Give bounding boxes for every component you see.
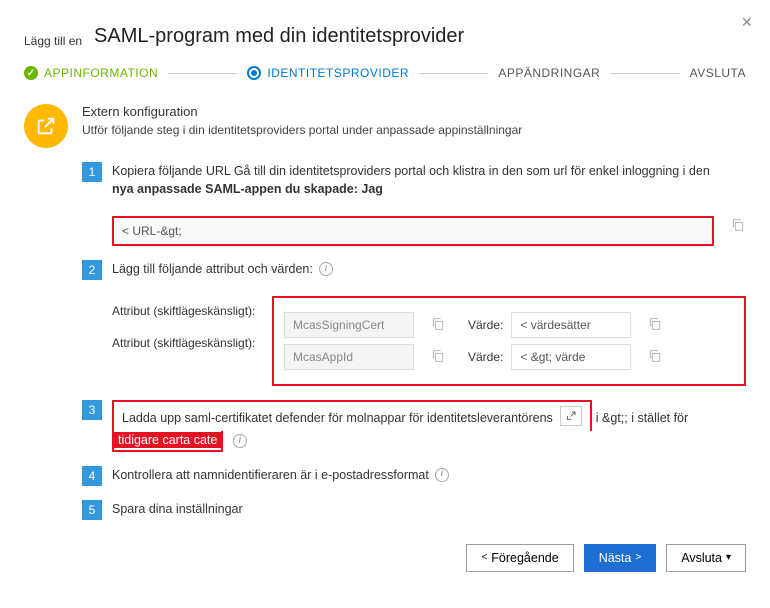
active-dot-icon xyxy=(247,66,261,80)
sso-url-value: < URL-&gt; xyxy=(122,224,182,238)
saml-wizard-dialog: × Lägg till en SAML-program med din iden… xyxy=(0,0,770,590)
step-appandringar[interactable]: APPÄNDRINGAR xyxy=(498,66,600,80)
step-label: IDENTITETSPROVIDER xyxy=(267,66,409,80)
info-icon[interactable]: i xyxy=(435,468,449,482)
step2-line: Lägg till följande attribut och värden: xyxy=(112,260,313,278)
prev-label: Föregående xyxy=(491,551,558,565)
copy-icon[interactable] xyxy=(730,217,746,236)
step-identitetsprovider[interactable]: IDENTITETSPROVIDER xyxy=(247,66,409,80)
step-number-2: 2 xyxy=(82,260,102,280)
step-number-4: 4 xyxy=(82,466,102,486)
step2-text: Lägg till följande attribut och värden: … xyxy=(112,260,333,278)
chevron-left-icon: < xyxy=(481,552,487,563)
step-divider xyxy=(168,73,237,74)
chevron-right-icon: > xyxy=(635,552,641,563)
step1-line1: Kopiera följande URL Gå till din identit… xyxy=(112,164,710,178)
step1-line2: nya anpassade SAML-appen du skapade: Jag xyxy=(112,182,383,196)
step-divider xyxy=(419,73,488,74)
extern-title: Extern konfiguration xyxy=(82,104,522,119)
step-appinformation[interactable]: APPINFORMATION xyxy=(24,66,158,80)
step-divider xyxy=(610,73,679,74)
attribute-label: Attribut (skiftlägeskänsligt): xyxy=(112,304,262,318)
value-label: Värde: xyxy=(468,350,503,364)
next-button[interactable]: Nästa > xyxy=(584,544,657,572)
step3-part-a: Ladda upp saml-certifikatet defender för… xyxy=(122,411,553,425)
step-label: AVSLUTA xyxy=(690,66,746,80)
sso-url-field[interactable]: < URL-&gt; xyxy=(112,216,714,246)
wizard-footer: < Föregående Nästa > Avsluta ▾ xyxy=(24,544,746,572)
attr2-value-input[interactable] xyxy=(511,344,631,370)
attr2-name-input[interactable] xyxy=(284,344,414,370)
value-label: Värde: xyxy=(468,318,503,332)
copy-icon[interactable] xyxy=(647,348,663,367)
close-icon[interactable]: × xyxy=(741,12,752,33)
check-icon xyxy=(24,66,38,80)
finish-label: Avsluta xyxy=(681,551,722,565)
step1-text: Kopiera följande URL Gå till din identit… xyxy=(112,162,710,198)
title-prefix: Lägg till en xyxy=(24,34,82,48)
step3-part-b: i &gt;; i stället för xyxy=(596,411,688,425)
step-avsluta[interactable]: AVSLUTA xyxy=(690,66,746,80)
info-icon[interactable]: i xyxy=(319,262,333,276)
copy-icon[interactable] xyxy=(647,316,663,335)
info-icon[interactable]: i xyxy=(233,434,247,448)
next-label: Nästa xyxy=(599,551,632,565)
step4-text: Kontrollera att namnidentifieraren är i … xyxy=(112,466,449,484)
copy-icon[interactable] xyxy=(430,348,446,367)
step5-text: Spara dina inställningar xyxy=(112,500,243,518)
page-title: SAML-program med din identitetsprovider xyxy=(94,24,464,48)
prev-button[interactable]: < Föregående xyxy=(466,544,573,572)
step-number-5: 5 xyxy=(82,500,102,520)
step-number-1: 1 xyxy=(82,162,102,182)
wizard-stepper: APPINFORMATION IDENTITETSPROVIDER APPÄND… xyxy=(24,66,746,80)
attr1-value-input[interactable] xyxy=(511,312,631,338)
attr1-name-input[interactable] xyxy=(284,312,414,338)
step-label: APPÄNDRINGAR xyxy=(498,66,600,80)
external-link-icon xyxy=(24,104,68,148)
chevron-down-icon: ▾ xyxy=(726,552,731,563)
step-number-3: 3 xyxy=(82,400,102,420)
finish-button[interactable]: Avsluta ▾ xyxy=(666,544,746,572)
extern-subtitle: Utför följande steg i din identitetsprov… xyxy=(82,123,522,137)
download-cert-button[interactable] xyxy=(560,406,582,426)
copy-icon[interactable] xyxy=(430,316,446,335)
attribute-label: Attribut (skiftlägeskänsligt): xyxy=(112,336,262,350)
step3-text: Ladda upp saml-certifikatet defender för… xyxy=(112,400,688,451)
step-label: APPINFORMATION xyxy=(44,66,158,80)
step4-line: Kontrollera att namnidentifieraren är i … xyxy=(112,466,429,484)
step3-highlight: tidigare carta cate xyxy=(114,432,221,448)
